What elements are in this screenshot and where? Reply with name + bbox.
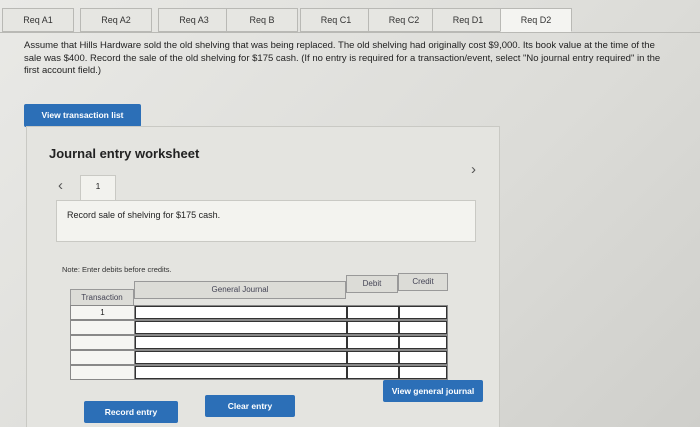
- tab-req-b[interactable]: Req B: [226, 8, 298, 32]
- column-header-debit: Debit: [346, 275, 398, 293]
- chevron-right-icon[interactable]: ›: [471, 161, 476, 178]
- tab-req-d2[interactable]: Req D2: [500, 8, 572, 32]
- tab-req-a2[interactable]: Req A2: [80, 8, 152, 32]
- table-row: [70, 335, 448, 350]
- debit-field[interactable]: [347, 336, 399, 349]
- credit-field[interactable]: [399, 321, 447, 334]
- clear-entry-button[interactable]: Clear entry: [205, 395, 295, 417]
- column-header-general-journal: General Journal: [134, 281, 346, 299]
- table-row: [70, 320, 448, 335]
- debit-field[interactable]: [347, 351, 399, 364]
- debit-field[interactable]: [347, 366, 399, 379]
- transaction-cell: 1: [71, 306, 135, 319]
- transaction-cell: [71, 336, 135, 349]
- credit-field[interactable]: [399, 351, 447, 364]
- tab-req-a3[interactable]: Req A3: [158, 8, 230, 32]
- table-row: 1: [70, 305, 448, 320]
- debit-field[interactable]: [347, 321, 399, 334]
- chevron-left-icon[interactable]: ‹: [58, 177, 63, 194]
- transaction-cell: [71, 366, 135, 379]
- transaction-cell: [71, 351, 135, 364]
- entry-description: Record sale of shelving for $175 cash.: [56, 200, 476, 242]
- account-field[interactable]: [135, 321, 347, 334]
- tab-strip-divider: [0, 32, 700, 33]
- tab-req-d1[interactable]: Req D1: [432, 8, 504, 32]
- instructions-text: Assume that Hills Hardware sold the old …: [24, 40, 661, 76]
- account-field[interactable]: [135, 306, 347, 319]
- account-field[interactable]: [135, 351, 347, 364]
- account-field[interactable]: [135, 366, 347, 379]
- tab-req-c2[interactable]: Req C2: [368, 8, 440, 32]
- table-row: [70, 365, 448, 380]
- view-transaction-list-button[interactable]: View transaction list: [24, 104, 141, 127]
- view-general-journal-button[interactable]: View general journal: [383, 380, 483, 402]
- account-field[interactable]: [135, 336, 347, 349]
- worksheet-title: Journal entry worksheet: [49, 146, 200, 161]
- worksheet-page-number[interactable]: 1: [80, 175, 116, 201]
- requirement-tabs: Req A1 Req A2 Req A3 Req B Req C1 Req C2…: [0, 8, 700, 32]
- debit-field[interactable]: [347, 306, 399, 319]
- table-row: [70, 350, 448, 365]
- credit-field[interactable]: [399, 306, 447, 319]
- record-entry-button[interactable]: Record entry: [84, 401, 178, 423]
- credit-field[interactable]: [399, 336, 447, 349]
- column-header-credit: Credit: [398, 273, 448, 291]
- credit-field[interactable]: [399, 366, 447, 379]
- tab-req-a1[interactable]: Req A1: [2, 8, 74, 32]
- transaction-cell: [71, 321, 135, 334]
- tab-req-c1[interactable]: Req C1: [300, 8, 372, 32]
- journal-entry-table: Transaction General Journal Debit Credit…: [70, 273, 448, 383]
